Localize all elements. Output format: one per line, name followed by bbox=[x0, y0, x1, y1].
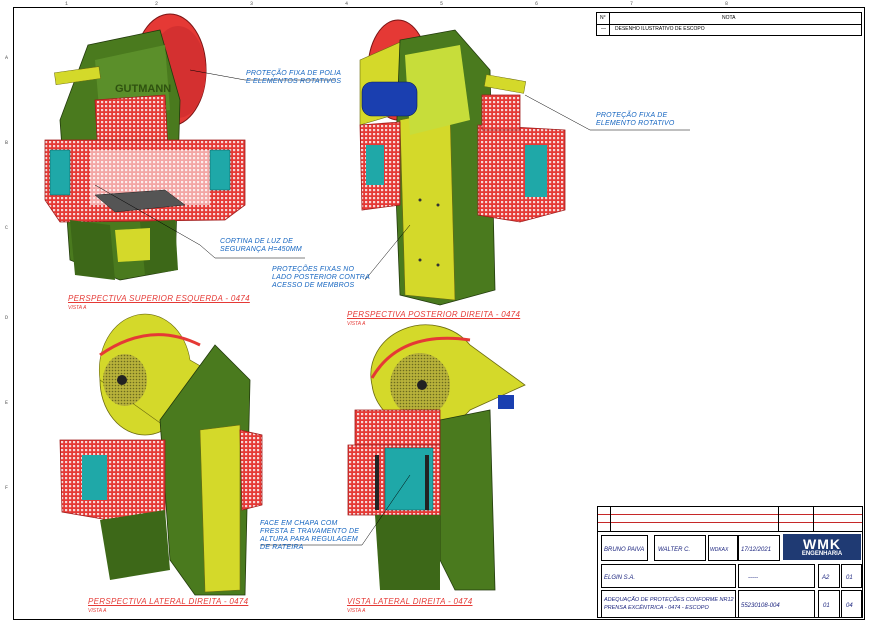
view-title-1: PERSPECTIVA SUPERIOR ESQUERDA - 0474 bbox=[68, 294, 250, 303]
view-scale-4: VISTA A bbox=[347, 608, 366, 614]
size-value: A2 bbox=[822, 575, 830, 581]
rev-desc-header: NOTA bbox=[722, 15, 736, 21]
reviewer-value: WALTER C. bbox=[658, 547, 691, 553]
machine-brand-label: GUTMANN bbox=[115, 83, 171, 95]
total-sheets-value: 04 bbox=[846, 603, 853, 609]
view-bottom-right bbox=[347, 324, 526, 591]
drawing-title-line2: PRENSA EXCÊNTRICA - 0474 - ESCOPO bbox=[604, 605, 709, 611]
annotation-side-guards: PROTEÇÕES FIXAS NO LADO POSTERIOR CONTRA… bbox=[272, 266, 370, 289]
view-top-left: GUTMANN bbox=[44, 13, 246, 281]
sheet-value: 01 bbox=[846, 575, 853, 581]
annotation-light-curtain: CORTINA DE LUZ DE SEGURANÇA H=450mm bbox=[220, 238, 302, 253]
annotation-slot-face: FACE EM CHAPA COM FRESTA E TRAVAMENTO DE… bbox=[260, 520, 360, 551]
company-logo: WMK ENGENHARIA bbox=[783, 534, 861, 560]
designer-value: BRUNO PAIVA bbox=[604, 547, 645, 553]
title-block: BRUNO PAIVA WALTER C. WDKAX 17/12/2021 W… bbox=[597, 506, 863, 618]
annotation-pulley-guard: PROTEÇÃO FIXA DE POLIA E ELEMENTOS ROTAT… bbox=[246, 70, 342, 85]
view-title-3: PERSPECTIVA LATERAL DIREITA - 0474 bbox=[88, 597, 249, 606]
view-scale-2: VISTA A bbox=[347, 321, 366, 327]
rev-value: 01 bbox=[823, 603, 830, 609]
view-top-right bbox=[359, 19, 566, 306]
approver-value: WDKAX bbox=[710, 547, 729, 553]
annotation-rotating-guard: PROTEÇÃO FIXA DE ELEMENTO ROTATIVO bbox=[596, 112, 675, 127]
rev-header: N° bbox=[600, 15, 606, 21]
drawing-number-value: 55230108-004 bbox=[741, 603, 780, 609]
view-title-4: VISTA LATERAL DIREITA - 0474 bbox=[347, 597, 473, 606]
view-title-2: PERSPECTIVA POSTERIOR DIREITA - 0474 bbox=[347, 310, 521, 319]
revision-table: N° NOTA — DESENHO ILUSTRATIVO DE ESCOPO bbox=[596, 12, 862, 36]
view-bottom-left bbox=[59, 313, 263, 596]
rev-mark: — bbox=[601, 26, 606, 32]
view-scale-1: VISTA A bbox=[68, 305, 87, 311]
date-value: 17/12/2021 bbox=[741, 547, 772, 553]
view-scale-3: VISTA A bbox=[88, 608, 107, 614]
rev-desc: DESENHO ILUSTRATIVO DE ESCOPO bbox=[615, 26, 705, 32]
ref-value: ----- bbox=[748, 575, 758, 581]
drawing-title-line1: ADEQUAÇÃO DE PROTEÇÕES CONFORME NR12 bbox=[604, 597, 734, 603]
client-value: ELGIN S.A. bbox=[604, 575, 636, 581]
